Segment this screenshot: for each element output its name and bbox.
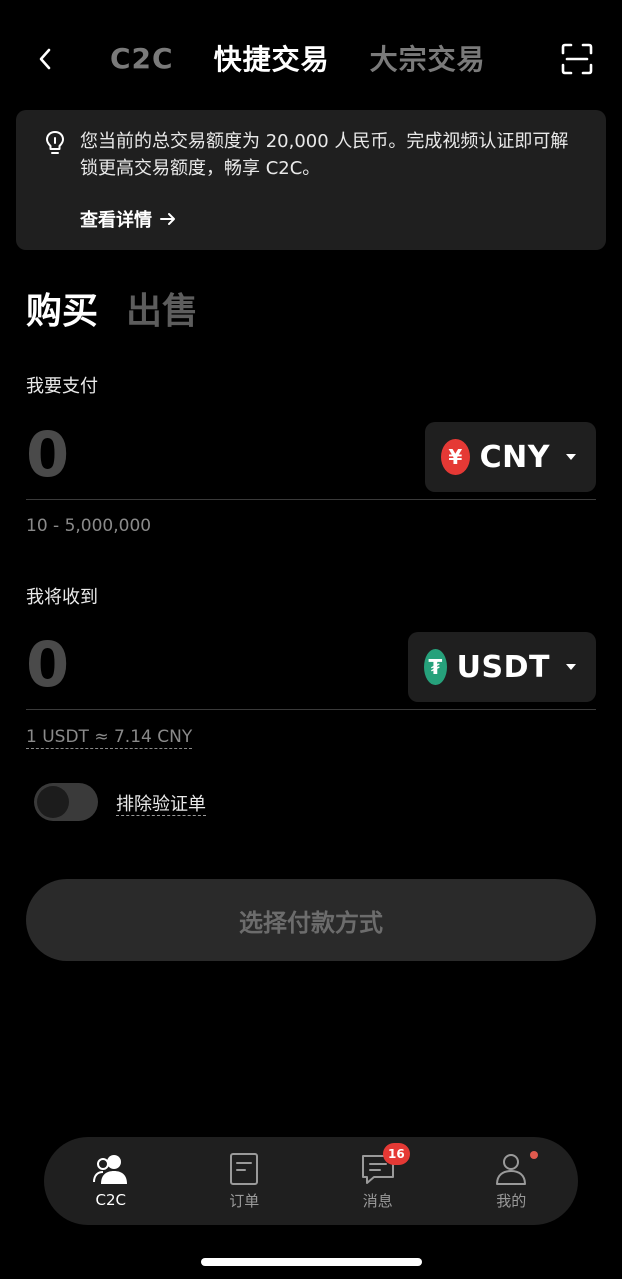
- nav-label-messages: 消息: [362, 1191, 393, 1210]
- arrow-right-icon: [160, 213, 175, 225]
- users-icon: [92, 1155, 127, 1184]
- unread-badge: 16: [383, 1143, 410, 1165]
- nav-item-messages[interactable]: 消息 16: [311, 1137, 445, 1225]
- pay-currency-selector[interactable]: ¥ CNY: [425, 422, 596, 492]
- toggle-knob: [37, 786, 69, 818]
- caret-down-icon: [566, 454, 576, 460]
- pay-currency-code: CNY: [479, 439, 550, 475]
- usdt-icon: ₮: [424, 649, 447, 685]
- chevron-left-icon: [39, 48, 51, 70]
- caret-down-icon: [566, 664, 576, 670]
- order-icon: [230, 1152, 259, 1185]
- exchange-rate[interactable]: 1 USDT ≈ 7.14 CNY: [26, 727, 193, 749]
- bottom-nav: C2C 订单 消息 16 我的: [44, 1137, 578, 1225]
- nav-label-orders: 订单: [229, 1191, 260, 1210]
- receive-label: 我将收到: [26, 587, 98, 608]
- nav-label-c2c: C2C: [95, 1191, 127, 1209]
- profile-icon: [496, 1153, 527, 1185]
- buy-sell-tabs: 购买 出售: [26, 282, 198, 334]
- nav-item-profile[interactable]: 我的: [445, 1137, 579, 1225]
- nav-item-orders[interactable]: 订单: [178, 1137, 312, 1225]
- pay-divider: [26, 499, 596, 500]
- receive-amount-input[interactable]: 0: [26, 634, 69, 696]
- scan-button[interactable]: [560, 42, 594, 76]
- lightbulb-icon: [46, 131, 64, 154]
- notification-dot: [529, 1151, 538, 1159]
- home-indicator: [201, 1258, 422, 1266]
- nav-label-profile: 我的: [496, 1191, 527, 1210]
- exclude-verified-label: 排除验证单: [116, 790, 206, 816]
- pay-label: 我要支付: [26, 376, 98, 397]
- tab-buy[interactable]: 购买: [26, 282, 98, 334]
- pay-range: 10 - 5,000,000: [26, 516, 152, 536]
- header-tabs: C2C 快捷交易 大宗交易: [110, 38, 486, 78]
- notice-text: 您当前的总交易额度为 20,000 人民币。完成视频认证即可解锁更高交易额度，畅…: [80, 131, 569, 179]
- receive-divider: [26, 709, 596, 710]
- exclude-verified-text: 排除验证单: [116, 794, 206, 816]
- view-details-link[interactable]: 查看详情: [80, 206, 176, 232]
- exchange-rate-text: 1 USDT ≈ 7.14 CNY: [26, 727, 193, 749]
- back-button[interactable]: [30, 42, 60, 76]
- tab-sell[interactable]: 出售: [126, 282, 198, 334]
- nav-item-c2c[interactable]: C2C: [44, 1137, 178, 1225]
- exclude-verified-toggle[interactable]: [34, 783, 98, 821]
- receive-currency-code: USDT: [456, 649, 550, 685]
- cny-icon: ¥: [441, 439, 470, 475]
- select-payment-method-button[interactable]: 选择付款方式: [26, 879, 596, 961]
- receive-currency-selector[interactable]: ₮ USDT: [408, 632, 596, 702]
- scan-icon: [561, 43, 593, 75]
- limit-notice-banner: 您当前的总交易额度为 20,000 人民币。完成视频认证即可解锁更高交易额度，畅…: [16, 110, 606, 250]
- tab-c2c[interactable]: C2C: [110, 42, 174, 75]
- top-nav-bar: C2C 快捷交易 大宗交易: [0, 28, 622, 90]
- view-details-label: 查看详情: [80, 210, 152, 231]
- tab-quick-trade[interactable]: 快捷交易: [214, 38, 330, 78]
- tab-block-trade[interactable]: 大宗交易: [370, 38, 486, 78]
- pay-amount-input[interactable]: 0: [26, 424, 69, 486]
